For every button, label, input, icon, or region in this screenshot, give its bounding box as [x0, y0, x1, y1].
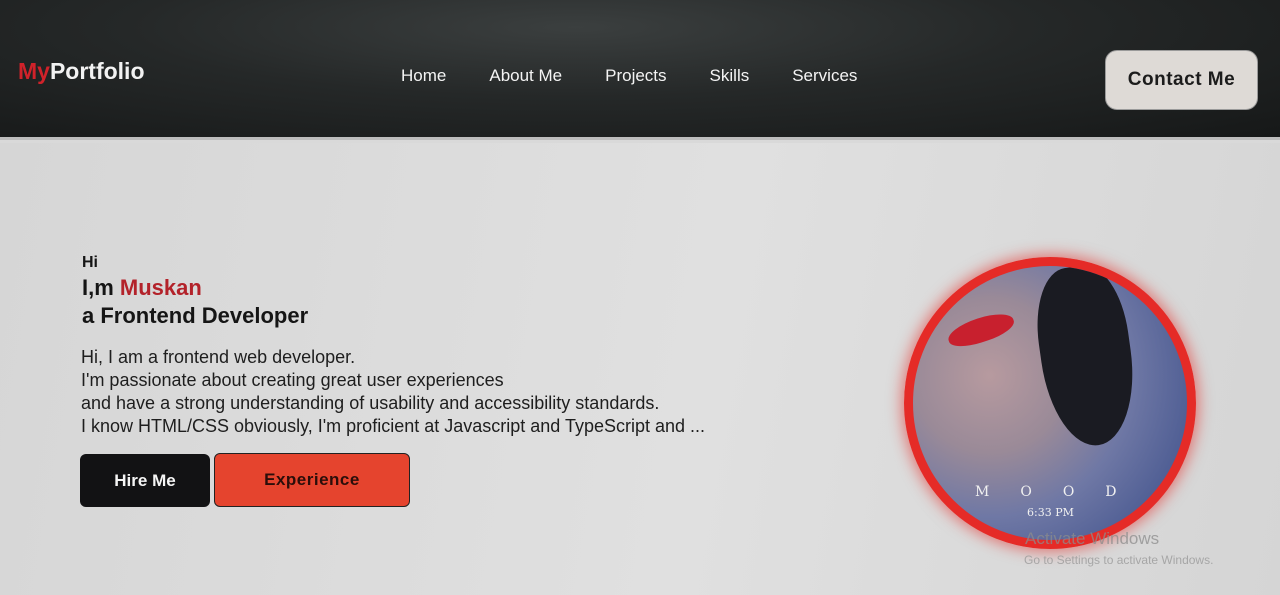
photo-overlay-time: 6:33 PM: [1027, 506, 1074, 519]
nav-link-about-me[interactable]: About Me: [489, 66, 562, 86]
hero-description: Hi, I am a frontend web developer. I'm p…: [81, 346, 705, 438]
navbar: MyPortfolio Home About Me Projects Skill…: [0, 0, 1280, 140]
logo-accent: My: [18, 58, 50, 84]
nav-link-projects[interactable]: Projects: [605, 66, 666, 86]
logo[interactable]: MyPortfolio: [18, 58, 145, 85]
logo-text: Portfolio: [49, 58, 145, 84]
intro-heading: I,m Muskan: [82, 275, 202, 301]
photo-hair-shape: [1028, 266, 1144, 452]
description-line: I know HTML/CSS obviously, I'm proficien…: [81, 416, 706, 436]
nav-links: Home About Me Projects Skills Services: [401, 66, 900, 86]
intro-prefix: I,m: [82, 275, 120, 300]
contact-me-button[interactable]: Contact Me: [1105, 50, 1258, 110]
experience-button[interactable]: Experience: [214, 453, 410, 507]
activate-windows-subtitle: Go to Settings to activate Windows.: [1024, 553, 1214, 567]
hire-me-button[interactable]: Hire Me: [80, 454, 210, 507]
hero-section: Hi I,m Muskan a Frontend Developer Hi, I…: [0, 143, 1280, 595]
greeting: Hi: [82, 254, 98, 271]
description-line: Hi, I am a frontend web developer.: [81, 347, 356, 367]
nav-link-services[interactable]: Services: [792, 66, 857, 86]
photo-lips-shape: [944, 308, 1018, 352]
photo-overlay-text: MOOD: [975, 484, 1148, 500]
nav-link-home[interactable]: Home: [401, 66, 446, 86]
role-heading: a Frontend Developer: [82, 303, 309, 328]
description-line: I'm passionate about creating great user…: [81, 370, 504, 390]
profile-photo: MOOD 6:33 PM: [904, 257, 1196, 549]
developer-name: Muskan: [119, 275, 202, 300]
nav-link-skills[interactable]: Skills: [710, 66, 750, 86]
description-line: and have a strong understanding of usabi…: [81, 393, 660, 413]
activate-windows-title: Activate Windows: [1025, 529, 1160, 548]
